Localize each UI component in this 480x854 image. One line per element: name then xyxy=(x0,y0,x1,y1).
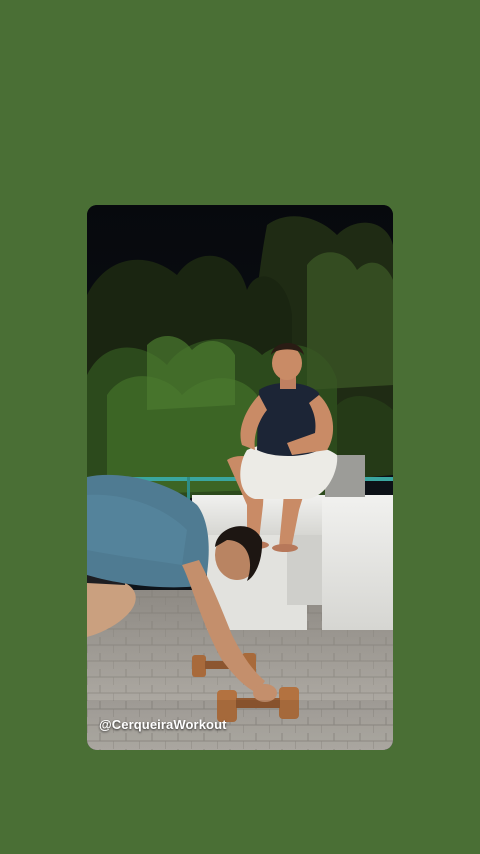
creator-watermark: @CerqueiraWorkout xyxy=(99,717,227,732)
story-video-frame[interactable]: @CerqueiraWorkout xyxy=(87,205,393,750)
workout-photo xyxy=(87,205,393,750)
